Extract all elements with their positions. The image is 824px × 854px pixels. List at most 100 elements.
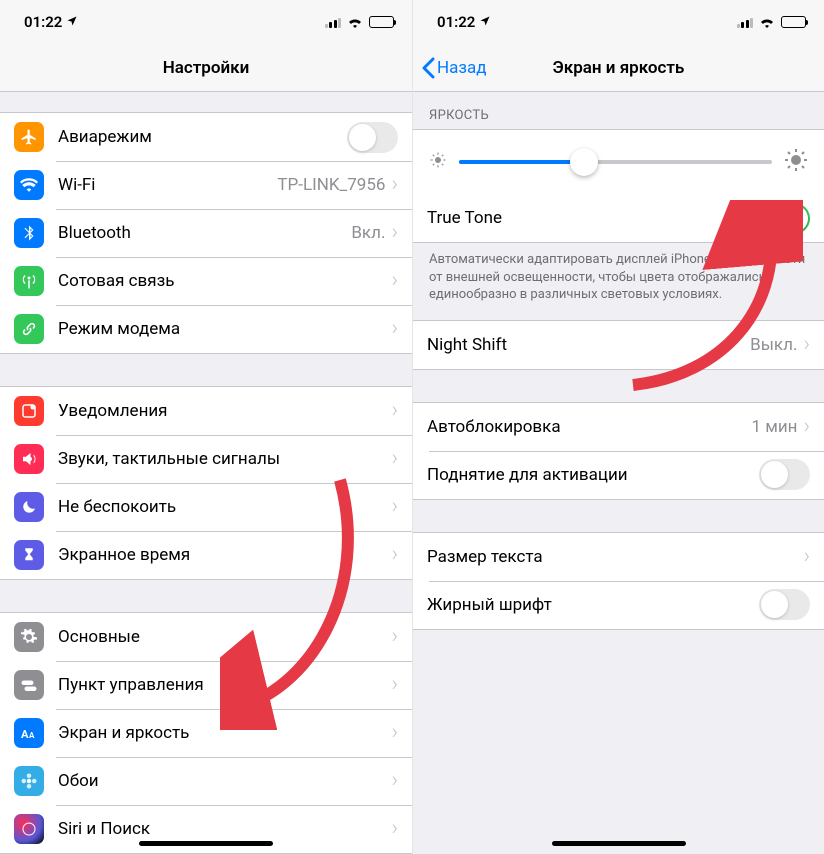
row-autolock[interactable]: Автоблокировка 1 мин › [413, 403, 824, 451]
truetone-toggle[interactable] [759, 203, 810, 234]
row-label: Авиарежим [58, 127, 347, 147]
display-brightness-screen: 01:22 Назад Экран и яркость ЯРКОСТЬ [412, 0, 824, 854]
row-truetone[interactable]: True Tone [413, 194, 824, 242]
row-label: Поднятие для активации [427, 465, 759, 485]
row-airplane[interactable]: Авиарежим [0, 113, 412, 161]
row-label: Жирный шрифт [427, 595, 759, 615]
hourglass-icon [14, 540, 44, 570]
page-title: Настройки [163, 58, 250, 78]
row-wallpaper[interactable]: Обои › [0, 757, 412, 805]
moon-icon [14, 492, 44, 522]
row-label: Wi-Fi [58, 175, 277, 195]
row-label: Не беспокоить [58, 497, 391, 517]
chevron-right-icon: › [391, 448, 398, 470]
row-label: Автоблокировка [427, 417, 751, 437]
row-label: Экранное время [58, 545, 391, 565]
chevron-right-icon: › [391, 674, 398, 696]
chevron-right-icon: › [391, 496, 398, 518]
row-boldtext[interactable]: Жирный шрифт [413, 581, 824, 629]
flower-icon [14, 766, 44, 796]
back-button[interactable]: Назад [421, 44, 487, 91]
raise-toggle[interactable] [759, 459, 810, 490]
chevron-right-icon: › [391, 222, 398, 244]
airplane-toggle[interactable] [347, 122, 398, 153]
row-screentime[interactable]: Экранное время › [0, 531, 412, 579]
gear-icon [14, 622, 44, 652]
chevron-right-icon: › [391, 818, 398, 840]
row-label: Режим модема [58, 319, 391, 339]
nightshift-group: Night Shift Выкл. › [413, 320, 824, 370]
row-wifi[interactable]: Wi-Fi TP-LINK_7956 › [0, 161, 412, 209]
cellular-icon [737, 17, 754, 28]
row-nightshift[interactable]: Night Shift Выкл. › [413, 321, 824, 369]
chevron-right-icon: › [391, 270, 398, 292]
row-label: Siri и Поиск [58, 819, 391, 839]
textsize-icon: AA [14, 718, 44, 748]
row-control-center[interactable]: Пункт управления › [0, 661, 412, 709]
row-detail: Вкл. [351, 223, 385, 243]
row-label: Обои [58, 771, 391, 791]
bluetooth-icon [14, 218, 44, 248]
general-group: Основные › Пункт управления › AA Экран и… [0, 612, 412, 854]
chevron-right-icon: › [391, 544, 398, 566]
row-label: Размер текста [427, 547, 803, 567]
brightness-slider[interactable] [459, 160, 772, 164]
home-indicator[interactable] [139, 841, 273, 846]
chevron-right-icon: › [391, 400, 398, 422]
row-dnd[interactable]: Не беспокоить › [0, 483, 412, 531]
text-group: Размер текста › Жирный шрифт [413, 532, 824, 630]
switches-icon [14, 670, 44, 700]
row-label: Пункт управления [58, 675, 391, 695]
row-bluetooth[interactable]: Bluetooth Вкл. › [0, 209, 412, 257]
chevron-right-icon: › [391, 318, 398, 340]
row-label: Основные [58, 627, 391, 647]
row-detail: TP-LINK_7956 [277, 175, 385, 195]
chevron-right-icon: › [391, 174, 398, 196]
row-general[interactable]: Основные › [0, 613, 412, 661]
row-label: Night Shift [427, 335, 750, 355]
svg-text:A: A [29, 731, 35, 740]
cellular-icon [325, 17, 342, 28]
back-label: Назад [437, 58, 487, 78]
location-icon [66, 15, 78, 30]
status-bar: 01:22 [0, 0, 412, 44]
row-detail: Выкл. [750, 335, 797, 355]
siri-icon [14, 814, 44, 844]
row-label: True Tone [427, 208, 759, 228]
brightness-group: True Tone [413, 129, 824, 243]
sun-large-icon [784, 148, 808, 176]
row-display[interactable]: AA Экран и яркость › [0, 709, 412, 757]
nav-bar: Назад Экран и яркость [413, 44, 824, 92]
page-title: Экран и яркость [553, 58, 685, 78]
row-label: Bluetooth [58, 223, 351, 243]
antenna-icon [14, 266, 44, 296]
row-notifications[interactable]: Уведомления › [0, 387, 412, 435]
home-indicator[interactable] [552, 841, 686, 846]
wifi-status-icon [759, 16, 775, 28]
notifications-group: Уведомления › Звуки, тактильные сигналы … [0, 386, 412, 580]
status-bar: 01:22 [413, 0, 824, 44]
row-hotspot[interactable]: Режим модема › [0, 305, 412, 353]
row-textsize[interactable]: Размер текста › [413, 533, 824, 581]
brightness-slider-row [413, 130, 824, 194]
row-label: Сотовая связь [58, 271, 391, 291]
row-raise-to-wake[interactable]: Поднятие для активации [413, 451, 824, 499]
chevron-right-icon: › [391, 626, 398, 648]
battery-icon [781, 16, 806, 28]
row-cellular[interactable]: Сотовая связь › [0, 257, 412, 305]
connectivity-group: Авиарежим Wi-Fi TP-LINK_7956 › Bluetooth… [0, 112, 412, 354]
chevron-right-icon: › [803, 416, 810, 438]
svg-text:A: A [21, 728, 29, 741]
airplane-icon [14, 122, 44, 152]
chevron-right-icon: › [391, 770, 398, 792]
lock-group: Автоблокировка 1 мин › Поднятие для акти… [413, 402, 824, 500]
location-icon [479, 15, 491, 30]
chevron-right-icon: › [803, 546, 810, 568]
row-label: Звуки, тактильные сигналы [58, 449, 391, 469]
link-icon [14, 314, 44, 344]
wifi-icon [14, 170, 44, 200]
bold-toggle[interactable] [759, 589, 810, 620]
row-sounds[interactable]: Звуки, тактильные сигналы › [0, 435, 412, 483]
status-time: 01:22 [437, 13, 475, 31]
sun-small-icon [429, 151, 447, 173]
